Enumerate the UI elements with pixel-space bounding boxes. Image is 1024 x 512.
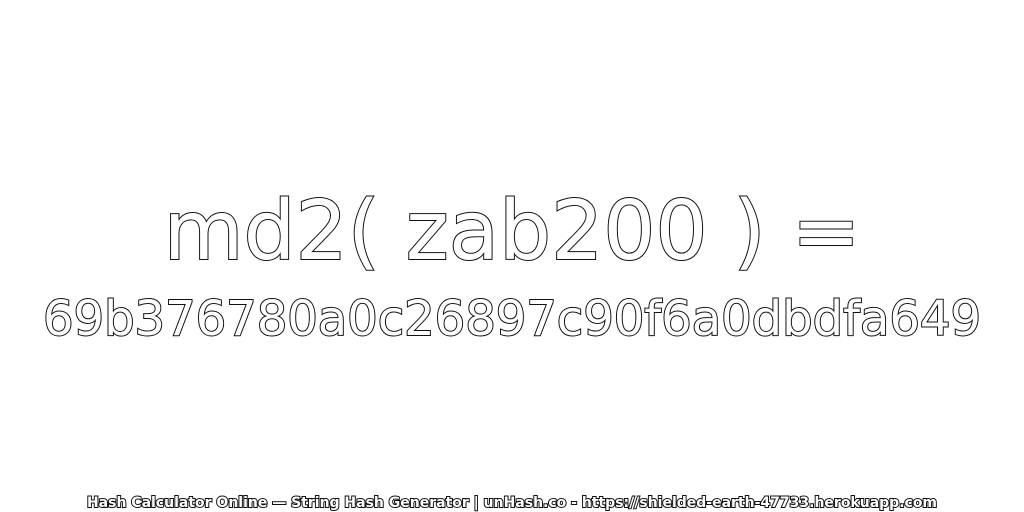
hash-expression: md2( zab200 ) = (163, 183, 862, 280)
hash-result: 69b376780a0c26897c90f6a0dbdfa649 (42, 290, 982, 348)
site-footer-text: Hash Calculator Online — String Hash Gen… (86, 494, 938, 512)
hash-image-canvas: md2( zab200 ) = 69b376780a0c26897c90f6a0… (0, 0, 1024, 512)
